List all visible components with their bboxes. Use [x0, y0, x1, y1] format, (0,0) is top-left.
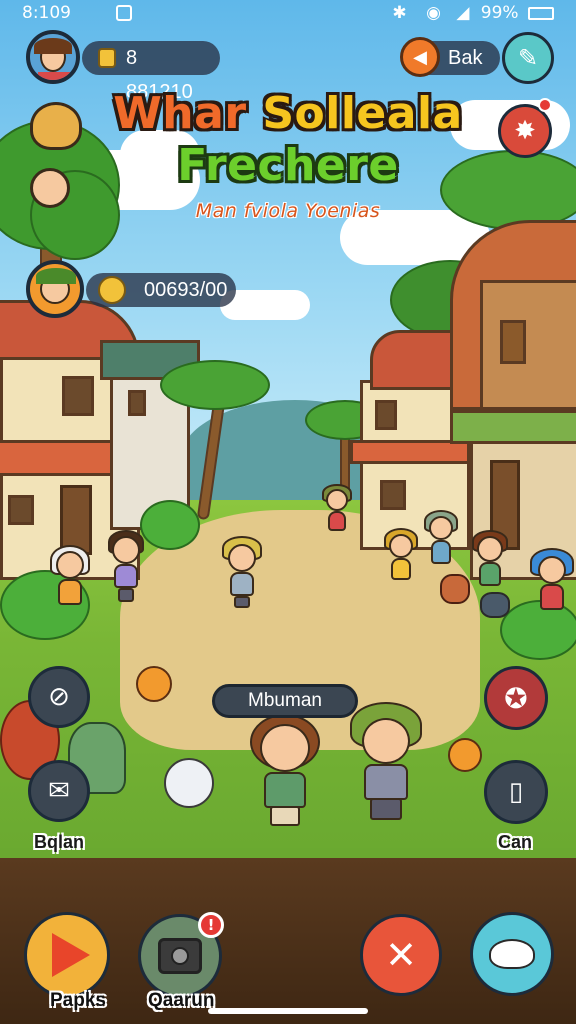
- main-character-girl[interactable]: [250, 714, 320, 826]
- map-button[interactable]: ✉: [28, 760, 90, 822]
- play-button[interactable]: [24, 912, 110, 998]
- villager[interactable]: [106, 530, 146, 602]
- npc-name-label[interactable]: Mbuman: [212, 684, 358, 718]
- battery-icon: [528, 6, 554, 20]
- game-title-line1: Whar Solleala: [0, 88, 576, 139]
- villager[interactable]: [322, 484, 352, 536]
- camera-icon: [158, 938, 202, 974]
- companion-avatar-icon[interactable]: [26, 260, 84, 318]
- house-right-big: [440, 220, 576, 580]
- game-title-line2: Frechere: [177, 140, 399, 191]
- right-button-label: Can: [498, 832, 533, 852]
- orange-creature[interactable]: [448, 738, 482, 772]
- status-time: 8:109: [22, 3, 71, 23]
- back-pill[interactable]: ◀ Bak: [400, 37, 500, 77]
- camera-label: Qaarun: [148, 990, 215, 1011]
- fern: [140, 500, 200, 550]
- small-pet[interactable]: [480, 592, 510, 618]
- bluetooth-icon: ✱: [392, 3, 407, 23]
- house-left-2: [100, 330, 200, 530]
- villager[interactable]: [50, 545, 90, 615]
- secondary-pill[interactable]: 00693/00: [86, 273, 236, 307]
- battery-percent: 99%: [480, 3, 519, 23]
- pencil-icon: ✎: [517, 44, 539, 72]
- phone-button[interactable]: ▯: [484, 760, 548, 824]
- action-button[interactable]: ✕: [360, 914, 442, 996]
- currency-pill[interactable]: 8 881210: [82, 41, 220, 103]
- bird-icon: [489, 939, 535, 969]
- edit-button[interactable]: ✎: [502, 32, 554, 84]
- villager[interactable]: [530, 548, 574, 618]
- social-button[interactable]: [470, 912, 554, 996]
- notification-icon: [116, 5, 132, 21]
- villager[interactable]: [222, 536, 262, 608]
- back-arrow-icon: ◀: [400, 37, 440, 77]
- signal-icon: ◢: [456, 3, 470, 23]
- map-icon: ✉: [48, 776, 70, 806]
- wifi-icon: ◉: [426, 3, 441, 23]
- title-word-2: Solleala: [262, 88, 463, 139]
- status-indicators: ✱ ◉ ◢ 99%: [392, 3, 554, 23]
- target-icon: ✪: [504, 681, 528, 715]
- play-label: Papks: [50, 990, 106, 1011]
- game-subtitle: Man fviola Yoenias: [195, 200, 381, 222]
- status-bar: 8:109 ✱ ◉ ◢ 99%: [0, 0, 576, 28]
- back-label: Bak: [448, 47, 483, 69]
- player-avatar-icon[interactable]: [26, 30, 80, 84]
- title-word-1: Whar: [113, 88, 247, 139]
- villager[interactable]: [472, 530, 508, 594]
- left-button-label: Bqlan: [34, 832, 85, 852]
- scan-icon: ⊘: [48, 682, 70, 712]
- phone-icon: ▯: [508, 777, 524, 807]
- compass-icon: [98, 276, 126, 304]
- main-character-boy[interactable]: [350, 702, 422, 820]
- left-action-button[interactable]: ⊘: [28, 666, 90, 728]
- white-robot-creature[interactable]: [164, 758, 214, 808]
- orange-creature[interactable]: [136, 666, 172, 702]
- right-action-button[interactable]: ✪: [484, 666, 548, 730]
- secondary-value: 00693/00: [144, 279, 228, 301]
- small-pet[interactable]: [440, 574, 470, 604]
- home-indicator[interactable]: [208, 1008, 368, 1014]
- villager[interactable]: [424, 510, 458, 574]
- palm-leaves: [160, 360, 270, 410]
- play-triangle-icon: [52, 933, 90, 977]
- camera-badge: !: [198, 912, 224, 938]
- close-x-icon: ✕: [385, 933, 417, 977]
- coin-icon: [98, 48, 116, 68]
- villager[interactable]: [384, 528, 418, 582]
